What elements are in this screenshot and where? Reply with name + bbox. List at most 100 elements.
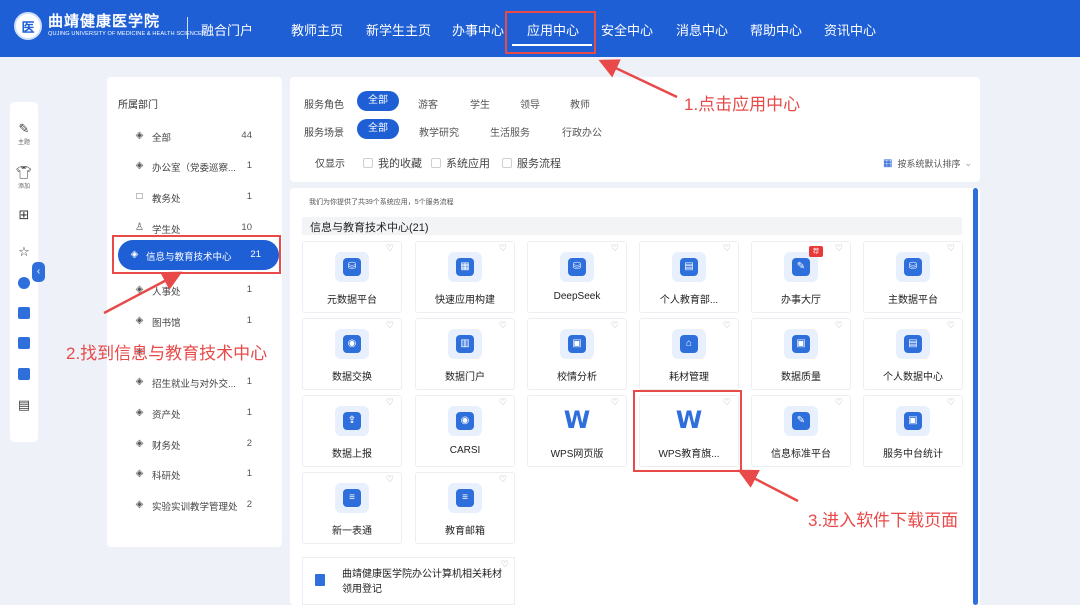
dept-item-lab-training[interactable]: ◈ 实验实训教学管理处 2 xyxy=(107,494,282,518)
nav-teacher-home[interactable]: 教师主页 xyxy=(291,20,343,39)
nav-new-student-home[interactable]: 新学生主页 xyxy=(366,20,431,39)
favorite-icon[interactable]: ♡ xyxy=(947,320,955,331)
dept-item-office[interactable]: ◈ 办公室（党委巡察... 1 xyxy=(107,155,282,179)
process-card[interactable]: 曲靖健康医学院办公计算机相关耗材领用登记 ♡ xyxy=(302,557,515,605)
favorite-icon[interactable]: ♡ xyxy=(499,243,507,254)
app-glyph: ◉ xyxy=(456,412,474,430)
nav-service-center[interactable]: 办事中心 xyxy=(452,20,504,39)
app-name: 服务中台统计 xyxy=(883,449,943,460)
app-card[interactable]: ▣ ♡ 数据质量 xyxy=(751,318,851,390)
favorite-icon[interactable]: ♡ xyxy=(835,397,843,408)
app-card[interactable]: ⌂ ♡ 耗材管理 xyxy=(639,318,739,390)
nav-security-center[interactable]: 安全中心 xyxy=(601,20,653,39)
dept-item-all[interactable]: ◈ 全部 44 xyxy=(107,125,282,149)
favorite-icon[interactable]: ♡ xyxy=(386,243,394,254)
doc-app-icon[interactable] xyxy=(18,337,30,349)
sort-dropdown[interactable]: ▦ 按系统默认排序 ⌄ xyxy=(883,157,972,170)
layers-icon: ◈ xyxy=(135,284,144,295)
favorite-icon[interactable]: ♡ xyxy=(386,397,394,408)
app-name: 主数据平台 xyxy=(888,295,938,306)
favorite-icon[interactable]: ♡ xyxy=(947,397,955,408)
bag-app-icon[interactable] xyxy=(18,307,30,319)
scene-admin[interactable]: 行政办公 xyxy=(562,124,602,139)
app-card[interactable]: ⛁ ♡ 元数据平台 xyxy=(302,241,402,313)
favorite-icon[interactable]: ♡ xyxy=(723,243,731,254)
favorite-icon[interactable]: ♡ xyxy=(499,474,507,485)
add-button[interactable]: 👕︎ 添加 xyxy=(10,166,38,191)
role-leader[interactable]: 领导 xyxy=(520,96,540,111)
app-card[interactable]: ▦ ♡ 快速应用构建 xyxy=(415,241,515,313)
app-glyph: ▦ xyxy=(456,258,474,276)
favorite-icon[interactable]: ♡ xyxy=(611,397,619,408)
favorite-icon[interactable]: ♡ xyxy=(835,243,843,254)
app-icon: ◉ xyxy=(448,406,482,436)
scrollbar[interactable] xyxy=(973,188,978,605)
users-icon: ♙ xyxy=(135,222,144,233)
app-name: CARSI xyxy=(449,445,481,456)
dept-item-academic-affairs[interactable]: □ 教务处 1 xyxy=(107,186,282,210)
favorite-button[interactable]: ☆ xyxy=(10,245,38,259)
app-card[interactable]: ⇪ ♡ 数据上报 xyxy=(302,395,402,467)
app-card[interactable]: W ♡ WPS网页版 xyxy=(527,395,627,467)
favorite-icon[interactable]: ♡ xyxy=(611,320,619,331)
app-icon: ⛁ xyxy=(335,252,369,282)
app-card[interactable]: ⛁ ♡ DeepSeek xyxy=(527,241,627,313)
document-button[interactable]: ▤ xyxy=(10,398,38,412)
role-label: 服务角色 xyxy=(304,100,344,111)
nav-help-center[interactable]: 帮助中心 xyxy=(750,20,802,39)
dept-item-admissions[interactable]: ◈ 招生就业与对外交... 1 xyxy=(107,371,282,395)
app-card[interactable]: ⛁ ♡ 主数据平台 xyxy=(863,241,963,313)
dept-item-library[interactable]: ◈ 图书馆 1 xyxy=(107,310,282,334)
role-student[interactable]: 学生 xyxy=(470,96,490,111)
scene-teaching[interactable]: 教学研究 xyxy=(419,124,459,139)
app-card[interactable]: ≡ ♡ 教育邮箱 xyxy=(415,472,515,544)
dept-item-assets[interactable]: ◈ 资产处 1 xyxy=(107,402,282,426)
app-card[interactable]: ▤ ♡ 个人教育部... xyxy=(639,241,739,313)
scene-life[interactable]: 生活服务 xyxy=(490,124,530,139)
dept-item-hr[interactable]: ◈ 人事处 1 xyxy=(107,279,282,303)
user-app-icon[interactable] xyxy=(18,277,30,289)
app-card[interactable]: ▣ ♡ 校情分析 xyxy=(527,318,627,390)
role-visitor[interactable]: 游客 xyxy=(418,96,438,111)
app-card[interactable]: ◉ ♡ 数据交换 xyxy=(302,318,402,390)
role-teacher[interactable]: 教师 xyxy=(570,96,590,111)
favorite-icon[interactable]: ♡ xyxy=(723,320,731,331)
portal-title[interactable]: 融合门户 xyxy=(201,20,253,39)
dept-item-finance[interactable]: ◈ 财务处 2 xyxy=(107,433,282,457)
school-logo[interactable]: 医 曲靖健康医学院 QUJING UNIVERSITY OF MEDICINE … xyxy=(14,12,206,40)
favorite-icon[interactable]: ♡ xyxy=(386,474,394,485)
add-square-button[interactable]: ⊞ xyxy=(10,208,38,222)
annotation-step2: 2.找到信息与教育技术中心 xyxy=(66,344,268,363)
app-glyph: ▤ xyxy=(904,335,922,353)
app-name: 教育邮箱 xyxy=(445,526,485,537)
favorite-icon[interactable]: ♡ xyxy=(611,243,619,254)
app-card[interactable]: ✎ 荐 ♡ 办事大厅 xyxy=(751,241,851,313)
dept-item-research[interactable]: ◈ 科研处 1 xyxy=(107,463,282,487)
app-glyph: W xyxy=(563,406,591,434)
nav-message-center[interactable]: 消息中心 xyxy=(676,20,728,39)
theme-button[interactable]: ✎ 主题 xyxy=(10,122,38,147)
role-all[interactable]: 全部 xyxy=(357,91,399,111)
app-card[interactable]: ▥ ♡ 数据门户 xyxy=(415,318,515,390)
app-card[interactable]: ✎ ♡ 信息标准平台 xyxy=(751,395,851,467)
filter-my-favorites[interactable]: 我的收藏 xyxy=(363,155,422,171)
annotation-step3: 3.进入软件下载页面 xyxy=(808,511,959,530)
app-card[interactable]: ◉ ♡ CARSI xyxy=(415,395,515,467)
app-name: 数据门户 xyxy=(445,372,485,383)
nav-news-center[interactable]: 资讯中心 xyxy=(824,20,876,39)
app-card[interactable]: ≡ ♡ 新一表通 xyxy=(302,472,402,544)
favorite-icon[interactable]: ♡ xyxy=(499,320,507,331)
app-card[interactable]: ▣ ♡ 服务中台统计 xyxy=(863,395,963,467)
favorite-icon[interactable]: ♡ xyxy=(386,320,394,331)
filter-service-flows[interactable]: 服务流程 xyxy=(502,155,561,171)
favorite-icon[interactable]: ♡ xyxy=(501,559,509,570)
favorite-icon[interactable]: ♡ xyxy=(499,397,507,408)
app-card[interactable]: ▤ ♡ 个人数据中心 xyxy=(863,318,963,390)
collapse-toolbar-button[interactable]: ‹ xyxy=(32,262,45,282)
favorite-icon[interactable]: ♡ xyxy=(835,320,843,331)
grid-icon: ▦ xyxy=(882,158,893,169)
scene-all[interactable]: 全部 xyxy=(357,119,399,139)
favorite-icon[interactable]: ♡ xyxy=(947,243,955,254)
filter-system-apps[interactable]: 系统应用 xyxy=(431,155,490,171)
screen-app-icon[interactable] xyxy=(18,368,30,380)
